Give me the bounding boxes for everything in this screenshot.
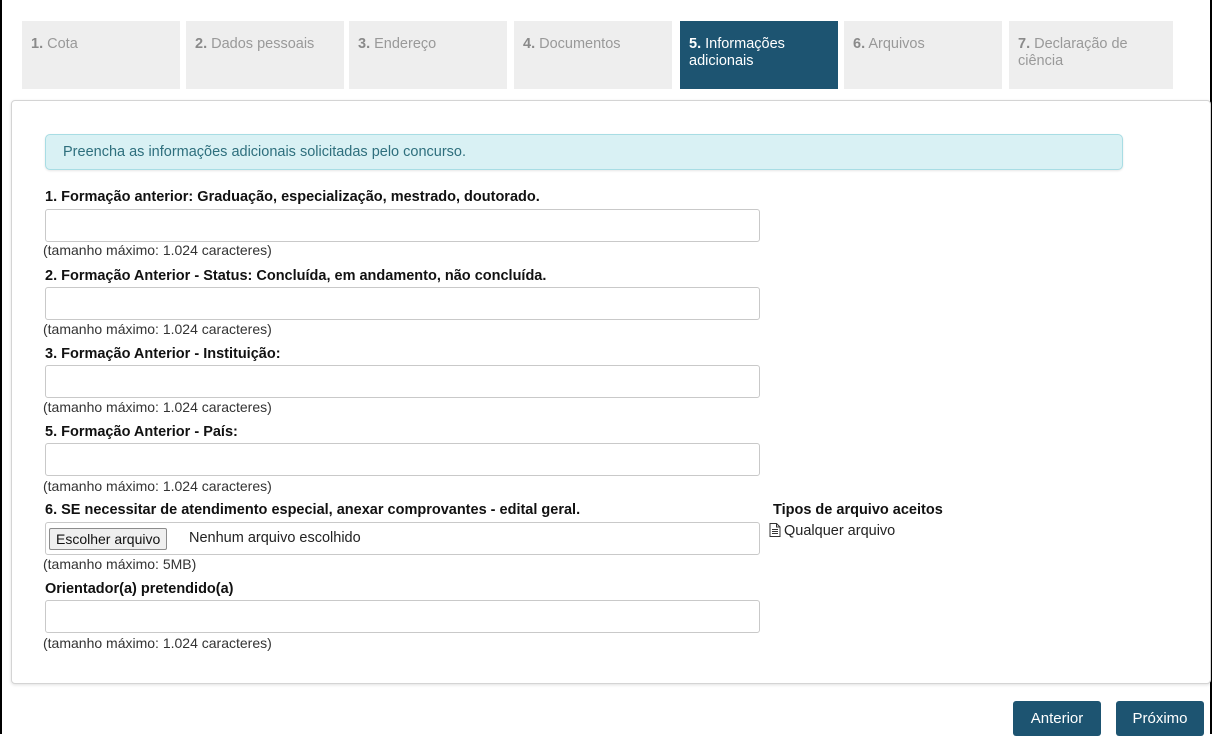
field-label-formacao-anterior: 1. Formação anterior: Graduação, especia… <box>45 189 540 205</box>
step-number: 7. <box>1018 36 1031 52</box>
step-number: 5. <box>689 36 702 52</box>
next-button[interactable]: Próximo <box>1116 701 1204 736</box>
accepted-types-label: Qualquer arquivo <box>784 523 896 539</box>
accepted-types-title: Tipos de arquivo aceitos <box>773 502 943 518</box>
step-number: 3. <box>358 36 371 52</box>
formacao-anterior-input[interactable] <box>45 209 760 242</box>
step-arquivos[interactable]: 6. Arquivos <box>844 21 1002 89</box>
step-cota[interactable]: 1. Cota <box>22 21 180 89</box>
field-hint: (tamanho máximo: 1.024 caracteres) <box>43 242 272 258</box>
step-number: 2. <box>195 36 208 52</box>
step-label: Declaração de ciência <box>1018 36 1128 69</box>
step-documentos[interactable]: 4. Documentos <box>514 21 672 89</box>
formacao-pais-input[interactable] <box>45 443 760 476</box>
step-label: Arquivos <box>868 36 925 52</box>
step-label: Informações adicionais <box>689 36 785 69</box>
step-number: 1. <box>31 36 44 52</box>
step-label: Documentos <box>539 36 621 52</box>
info-alert: Preencha as informações adicionais solic… <box>45 134 1123 170</box>
file-status: Nenhum arquivo escolhido <box>189 530 361 546</box>
formacao-instituicao-input[interactable] <box>45 365 760 398</box>
step-dados-pessoais[interactable]: 2. Dados pessoais <box>186 21 344 89</box>
field-label-atendimento-especial: 6. SE necessitar de atendimento especial… <box>45 502 581 518</box>
step-informacoes-adicionais[interactable]: 5. Informações adicionais <box>680 21 838 89</box>
formacao-status-input[interactable] <box>45 287 760 320</box>
field-hint: (tamanho máximo: 1.024 caracteres) <box>43 635 272 651</box>
choose-file-button[interactable]: Escolher arquivo <box>49 528 168 550</box>
step-declaracao-de-ciencia[interactable]: 7. Declaração de ciência <box>1009 21 1173 89</box>
file-input[interactable]: Escolher arquivo Nenhum arquivo escolhid… <box>45 522 760 555</box>
document-icon <box>769 523 781 537</box>
previous-button[interactable]: Anterior <box>1013 701 1101 736</box>
step-number: 6. <box>853 36 866 52</box>
step-endereco[interactable]: 3. Endereço <box>349 21 507 89</box>
step-number: 4. <box>523 36 536 52</box>
field-label-orientador: Orientador(a) pretendido(a) <box>45 581 234 597</box>
form-panel: Preencha as informações adicionais solic… <box>11 100 1211 684</box>
field-hint: (tamanho máximo: 1.024 caracteres) <box>43 478 272 494</box>
file-hint: (tamanho máximo: 5MB) <box>43 556 197 572</box>
accepted-types-item: Qualquer arquivo <box>769 523 895 539</box>
step-label: Dados pessoais <box>211 36 315 52</box>
step-label: Endereço <box>374 36 437 52</box>
field-label-formacao-instituicao: 3. Formação Anterior - Instituição: <box>45 346 281 362</box>
field-hint: (tamanho máximo: 1.024 caracteres) <box>43 321 272 337</box>
field-label-formacao-pais: 5. Formação Anterior - País: <box>45 424 238 440</box>
field-hint: (tamanho máximo: 1.024 caracteres) <box>43 399 272 415</box>
step-label: Cota <box>47 36 78 52</box>
frame-left-border <box>0 0 2 734</box>
field-label-formacao-status: 2. Formação Anterior - Status: Concluída… <box>45 268 547 284</box>
orientador-input[interactable] <box>45 600 760 633</box>
